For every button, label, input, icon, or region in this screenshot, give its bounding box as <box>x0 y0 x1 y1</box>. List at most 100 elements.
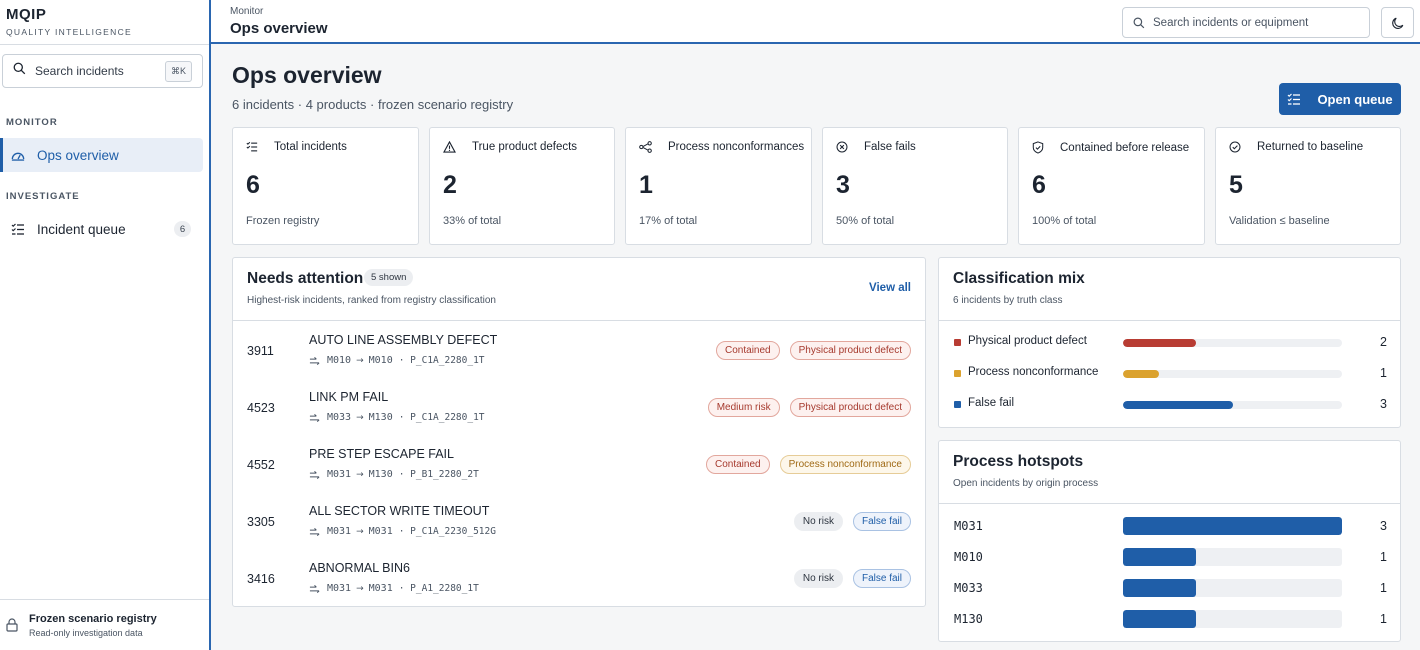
hotspot-value: 1 <box>1380 612 1387 626</box>
search-icon <box>13 62 26 80</box>
bar-fill <box>1123 401 1233 409</box>
brand-title: MQIP <box>6 6 47 23</box>
incident-name: ABNORMAL BIN6 <box>309 561 410 575</box>
open-queue-button[interactable]: Open queue <box>1279 83 1401 115</box>
bar-track <box>1123 548 1342 566</box>
mix-value: 3 <box>1380 397 1387 411</box>
hotspot-row[interactable]: M033 1 <box>939 576 1401 600</box>
stat-value: 3 <box>836 171 850 199</box>
incident-badges: No risk False fail <box>793 569 911 588</box>
mix-value: 2 <box>1380 335 1387 349</box>
stat-card-total-incidents: Total incidents 6 Frozen registry <box>232 127 419 245</box>
bar-track <box>1123 610 1342 628</box>
divider <box>939 503 1400 504</box>
stat-footnote: Validation ≤ baseline <box>1229 215 1330 227</box>
sidebar-item-ops-overview[interactable]: Ops overview <box>0 138 203 172</box>
sidebar-search[interactable]: Search incidents ⌘K <box>2 54 203 88</box>
breadcrumb[interactable]: Monitor <box>230 6 263 17</box>
incident-badges: Contained Physical product defect <box>716 341 911 360</box>
status-badge: Contained <box>716 341 780 360</box>
search-icon <box>1133 17 1145 29</box>
incident-route: M031 → M130 · P_B1_2280_2T <box>309 469 479 480</box>
stat-footnote: 33% of total <box>443 215 502 227</box>
process-hotspots-panel: Process hotspots Open incidents by origi… <box>938 440 1401 642</box>
incident-route: M033 → M130 · P_C1A_2280_1T <box>309 412 485 423</box>
stat-card-returned-to-baseline: Returned to baseline 5 Validation ≤ base… <box>1215 127 1401 245</box>
route-icon <box>309 527 320 537</box>
stat-footnote: 100% of total <box>1032 215 1097 227</box>
incident-row[interactable]: 4552 PRE STEP ESCAPE FAIL M031 → M130 · P_B… <box>233 436 925 493</box>
stat-card-true-product-defects: True product defects 2 33% of total <box>429 127 615 245</box>
arrow-icon: → <box>356 355 364 366</box>
count-badge: 6 <box>174 221 191 237</box>
stat-footnote: Frozen registry <box>246 215 320 227</box>
sidebar-item-label: Ops overview <box>37 147 119 163</box>
global-search-input[interactable]: Search incidents or equipment <box>1122 7 1370 38</box>
detect-process: M130 <box>368 412 393 423</box>
bar-fill <box>1123 517 1342 535</box>
mix-label: Physical product defect <box>968 335 1087 347</box>
mix-row: Physical product defect 2 <box>939 333 1401 353</box>
process-code: M033 <box>954 581 983 595</box>
process-code: M130 <box>954 612 983 626</box>
hotspot-row[interactable]: M031 3 <box>939 514 1401 538</box>
sidebar-item-incident-queue[interactable]: Incident queue 6 <box>0 212 203 246</box>
theme-toggle-button[interactable] <box>1381 7 1414 38</box>
product-sku: · P_C1A_2280_1T <box>398 355 485 366</box>
incident-badges: Contained Process nonconformance <box>706 455 911 474</box>
arrow-icon: → <box>356 412 364 423</box>
incident-row[interactable]: 3911 AUTO LINE ASSEMBLY DEFECT M010 → M010… <box>233 322 925 379</box>
stat-value: 5 <box>1229 171 1243 199</box>
class-badge: False fail <box>852 512 911 531</box>
process-code: M031 <box>954 519 983 533</box>
warning-icon <box>443 141 464 153</box>
incident-name: AUTO LINE ASSEMBLY DEFECT <box>309 333 498 347</box>
moon-icon <box>1391 16 1405 30</box>
needs-attention-panel: Needs attention 5 shown Highest-risk inc… <box>232 257 926 607</box>
detect-process: M031 <box>368 583 393 594</box>
shortcut-hint: ⌘K <box>164 60 192 82</box>
mix-label: False fail <box>968 397 1015 409</box>
incident-route: M010 → M010 · P_C1A_2280_1T <box>309 355 485 366</box>
stat-value: 6 <box>246 171 260 199</box>
registry-footer: Frozen scenario registry Read-only inves… <box>0 599 209 650</box>
search-placeholder: Search incidents or equipment <box>1153 16 1309 29</box>
incident-row[interactable]: 3305 ALL SECTOR WRITE TIMEOUT M031 → M031 ·… <box>233 493 925 550</box>
incident-name: LINK PM FAIL <box>309 390 389 404</box>
stat-label: Process nonconformances <box>668 141 805 153</box>
bar-fill <box>1123 548 1196 566</box>
footer-title: Frozen scenario registry <box>29 612 157 625</box>
hotspot-row[interactable]: M130 1 <box>939 607 1401 631</box>
footer-subtitle: Read-only investigation data <box>29 627 143 638</box>
stat-label: Total incidents <box>274 141 347 153</box>
list-check-icon <box>246 141 266 153</box>
view-all-link[interactable]: View all <box>869 282 911 294</box>
stat-value: 2 <box>443 171 457 199</box>
mix-row: False fail 3 <box>939 395 1401 415</box>
divider <box>233 320 925 321</box>
stat-label-row: Total incidents <box>246 141 347 153</box>
legend-swatch <box>954 370 961 377</box>
bar-fill <box>1123 579 1196 597</box>
incident-id: 3911 <box>247 344 274 358</box>
stat-value: 1 <box>639 171 653 199</box>
panel-title: Classification mix <box>953 270 1085 287</box>
hotspot-value: 1 <box>1380 550 1387 564</box>
section-label-investigate: INVESTIGATE <box>6 191 80 202</box>
brand: MQIP QUALITY INTELLIGENCE <box>6 6 132 37</box>
route-icon <box>309 470 320 480</box>
incident-route: M031 → M031 · P_C1A_2230_512G <box>309 526 496 537</box>
class-badge: Physical product defect <box>789 341 911 360</box>
incident-row[interactable]: 4523 LINK PM FAIL M033 → M130 · P_C1A_2280_… <box>233 379 925 436</box>
incident-row[interactable]: 3416 ABNORMAL BIN6 M031 → M031 · P_A1_2280_… <box>233 550 925 607</box>
list-icon <box>1287 93 1309 106</box>
hotspot-value: 1 <box>1380 581 1387 595</box>
stat-label: Returned to baseline <box>1257 141 1364 153</box>
stat-label-row: False fails <box>836 141 916 153</box>
flow-icon <box>639 141 660 153</box>
topbar-title: Ops overview <box>230 20 328 37</box>
panel-subtitle: 6 incidents by truth class <box>953 295 1063 306</box>
hotspot-row[interactable]: M010 1 <box>939 545 1401 569</box>
route-icon <box>309 584 320 594</box>
hotspot-value: 3 <box>1380 519 1387 533</box>
